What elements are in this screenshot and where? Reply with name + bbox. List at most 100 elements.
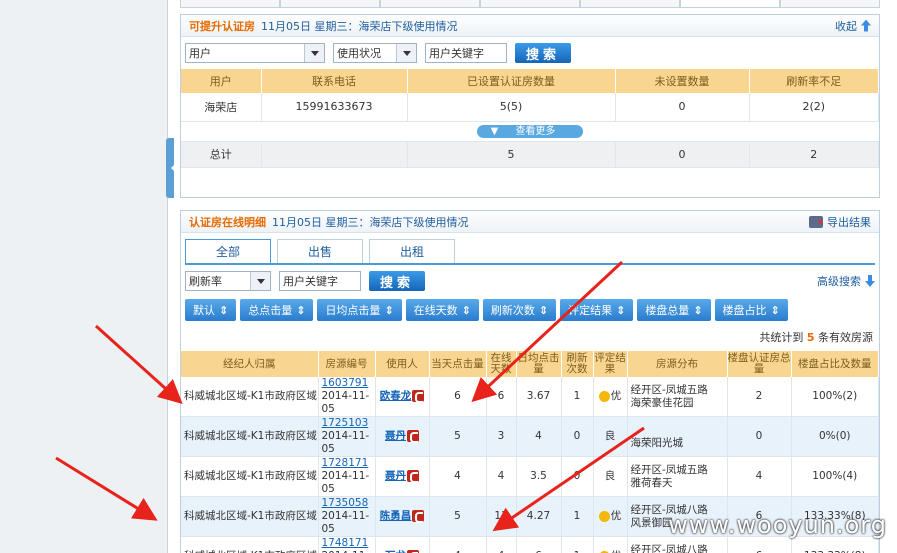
sort-button-estate-ratio[interactable]: 楼盘占比 ⇕ [714, 299, 788, 321]
top-tab[interactable] [280, 0, 380, 8]
listing-date: 2014-11-05 [321, 510, 370, 535]
refresh-rate-select[interactable]: 刷新率 [185, 271, 271, 291]
today-clicks: 6 [429, 377, 487, 417]
sort-label: 评定结果 [568, 304, 613, 317]
cell: 2 [749, 141, 879, 168]
sort-button-refresh-count[interactable]: 刷新次数 ⇕ [482, 299, 557, 321]
filter-bar: 刷新率 用户关键字 搜索 高级搜索 [181, 265, 879, 297]
grade-cell: 优 [593, 536, 628, 553]
view-more-button[interactable]: ▼ 查看更多 [476, 124, 584, 138]
user-link[interactable]: 欧春龙 [380, 390, 412, 402]
sort-icon: ⇕ [693, 303, 703, 317]
estate-ratio: 100%(4) [791, 456, 879, 497]
sort-label: 楼盘总量 [645, 304, 690, 317]
agent-area: 科威城北区域-K1市政府区域 [181, 456, 319, 497]
today-clicks: 5 [429, 416, 487, 457]
listing-id-cell: 1728171 2014-11-05 [318, 456, 376, 497]
collapse-link[interactable]: 收起 [835, 18, 871, 34]
grade-cell: 良 [593, 456, 628, 497]
col-header: 评定结果 [593, 351, 628, 377]
estate-total: 2 [727, 377, 792, 417]
total-row: 总计 5 0 2 [181, 141, 879, 168]
top-tab[interactable] [180, 0, 280, 8]
listing-id-link[interactable]: 1725103 [322, 417, 369, 429]
table-row: 海荣店 15991633673 5(5) 0 2(2) [181, 93, 879, 122]
sort-button-daily-clicks[interactable]: 日均点击量 ⇕ [317, 299, 402, 321]
export-link[interactable]: 导出结果 [809, 214, 871, 230]
online-detail-panel: 认证房在线明细 11月05日 星期三：海荣店下级使用情况 导出结果 全部 出售 … [180, 210, 880, 553]
daily-avg: 3.5 [516, 456, 562, 497]
online-days: 6 [486, 377, 517, 417]
col-header: 房源分布 [627, 351, 728, 377]
today-clicks: 5 [429, 496, 487, 537]
col-header: 楼盘认证房总量 [727, 351, 792, 377]
cell: 0 [615, 141, 750, 168]
user-select[interactable]: 用户 [185, 43, 325, 63]
top-tab[interactable] [780, 0, 880, 8]
sort-button-default[interactable]: 默认 ⇕ [185, 299, 237, 321]
grade-cell: 优 [593, 377, 628, 417]
phone-icon[interactable] [407, 470, 419, 483]
user-keyword-input[interactable]: 用户关键字 [279, 271, 361, 291]
sort-button-online-days[interactable]: 在线天数 ⇕ [405, 299, 479, 321]
sort-icon: ⇕ [296, 303, 306, 317]
user-link[interactable]: 聂丹 [385, 470, 406, 482]
user-cell: 欧春龙 [375, 377, 430, 417]
search-button[interactable]: 搜索 [369, 271, 425, 291]
top-tab[interactable] [680, 0, 780, 8]
user-keyword-input[interactable]: 用户关键字 [425, 43, 507, 63]
listing-id-link[interactable]: 1735058 [322, 497, 369, 509]
advanced-search-link[interactable]: 高级搜索 [817, 273, 875, 289]
estate-ratio: 0%(0) [791, 416, 879, 457]
left-gray-area [0, 0, 168, 553]
sidebar-toggle-handle[interactable] [166, 138, 175, 198]
listing-id-cell: 1735058 2014-11-05 [318, 496, 376, 537]
top-tab[interactable] [380, 0, 480, 8]
phone-icon[interactable] [412, 510, 425, 523]
sort-button-estate-total[interactable]: 楼盘总量 ⇕ [637, 299, 711, 321]
sort-button-grade[interactable]: 评定结果 ⇕ [560, 299, 634, 321]
listing-id-cell: 17481712014-11-05 [318, 536, 376, 553]
sort-label: 默认 [193, 304, 215, 317]
col-header: 已设置认证房数量 [407, 69, 616, 93]
estate-ratio: 100%(2) [791, 377, 879, 417]
user-link[interactable]: 聂丹 [385, 430, 406, 442]
estate-total: 0 [727, 416, 792, 457]
listing-id-link[interactable]: 1728171 [322, 457, 369, 469]
online-days: 4 [486, 536, 517, 553]
watermark: www.wooyun.org [668, 511, 887, 539]
estate-name: 海荣豪佳花园 [630, 396, 694, 409]
usage-status-select[interactable]: 使用状况 [333, 43, 417, 63]
panel-title: 认证房在线明细 [189, 215, 266, 229]
tab-sale[interactable]: 出售 [277, 239, 363, 263]
today-clicks: 4 [429, 456, 487, 497]
user-cell: 石龙 [375, 536, 430, 553]
estate-name: 雅荷春天 [630, 476, 673, 489]
listing-id-link[interactable]: 1748171 [322, 537, 369, 549]
table-row: 科威城北区域-K1市政府区域 1603791 2014-11-05 欧春龙 6 6 3.67… [181, 377, 879, 417]
daily-avg: 3.67 [516, 377, 562, 417]
tab-rent[interactable]: 出租 [369, 239, 455, 263]
total-table: 总计 5 0 2 [181, 141, 879, 168]
top-tab[interactable] [580, 0, 680, 8]
phone-icon[interactable] [407, 430, 419, 443]
refresh-count: 0 [561, 456, 594, 497]
sort-button-total-clicks[interactable]: 总点击量 ⇕ [240, 299, 314, 321]
export-label: 导出结果 [827, 215, 871, 229]
top-tab[interactable] [480, 0, 580, 8]
refresh-count: 0 [561, 416, 594, 457]
top-tab-strip [180, 0, 880, 8]
phone-icon[interactable] [412, 390, 425, 403]
tab-all[interactable]: 全部 [185, 239, 271, 263]
panel-date: 11月05日 星期三：海荣店下级使用情况 [272, 215, 469, 229]
listing-id-link[interactable]: 1603791 [322, 377, 369, 389]
user-link[interactable]: 陈勇昌 [380, 510, 412, 522]
cell: 0 [615, 93, 750, 122]
search-button[interactable]: 搜索 [515, 43, 571, 63]
col-header: 刷新率不足 [749, 69, 879, 93]
col-header: 日均点击量 [516, 351, 562, 377]
col-header: 未设置数量 [615, 69, 750, 93]
col-header: 使用人 [375, 351, 430, 377]
col-header: 联系电话 [261, 69, 408, 93]
cell: 5 [407, 141, 616, 168]
